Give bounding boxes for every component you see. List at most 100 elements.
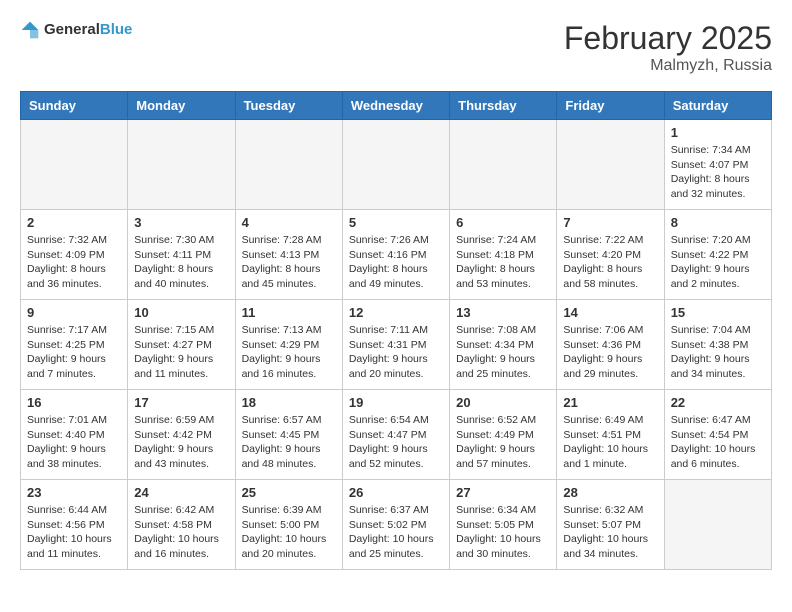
day-number: 17: [134, 395, 228, 410]
calendar-cell: 26 Sunrise: 6:37 AM Sunset: 5:02 PM Dayli…: [342, 480, 449, 570]
day-number: 14: [563, 305, 657, 320]
calendar-row: 1 Sunrise: 7:34 AM Sunset: 4:07 PM Daylig…: [21, 120, 772, 210]
calendar-cell: [450, 120, 557, 210]
day-info: Sunrise: 7:17 AM Sunset: 4:25 PM Dayligh…: [27, 323, 121, 382]
calendar-cell: [235, 120, 342, 210]
day-number: 10: [134, 305, 228, 320]
day-info: Sunrise: 6:34 AM Sunset: 5:05 PM Dayligh…: [456, 503, 550, 562]
day-number: 8: [671, 215, 765, 230]
calendar-cell: 8 Sunrise: 7:20 AM Sunset: 4:22 PM Daylig…: [664, 210, 771, 300]
day-info: Sunrise: 7:13 AM Sunset: 4:29 PM Dayligh…: [242, 323, 336, 382]
logo: GeneralBlue: [20, 20, 132, 40]
day-info: Sunrise: 6:57 AM Sunset: 4:45 PM Dayligh…: [242, 413, 336, 472]
calendar-cell: 27 Sunrise: 6:34 AM Sunset: 5:05 PM Dayli…: [450, 480, 557, 570]
calendar-cell: 7Sunrise: 7:22 AM Sunset: 4:20 PM Daylig…: [557, 210, 664, 300]
day-info: Sunrise: 6:47 AM Sunset: 4:54 PM Dayligh…: [671, 413, 765, 472]
calendar-cell: 22 Sunrise: 6:47 AM Sunset: 4:54 PM Dayli…: [664, 390, 771, 480]
calendar-cell: 19 Sunrise: 6:54 AM Sunset: 4:47 PM Dayli…: [342, 390, 449, 480]
calendar-cell: 21Sunrise: 6:49 AM Sunset: 4:51 PM Dayli…: [557, 390, 664, 480]
calendar-cell: 20 Sunrise: 6:52 AM Sunset: 4:49 PM Dayli…: [450, 390, 557, 480]
day-number: 6: [456, 215, 550, 230]
weekday-header-sunday: Sunday: [21, 92, 128, 120]
calendar-cell: 6 Sunrise: 7:24 AM Sunset: 4:18 PM Daylig…: [450, 210, 557, 300]
weekday-header-friday: Friday: [557, 92, 664, 120]
day-info: Sunrise: 7:30 AM Sunset: 4:11 PM Dayligh…: [134, 233, 228, 292]
day-info: Sunrise: 7:20 AM Sunset: 4:22 PM Dayligh…: [671, 233, 765, 292]
weekday-header-thursday: Thursday: [450, 92, 557, 120]
calendar-cell: 17 Sunrise: 6:59 AM Sunset: 4:42 PM Dayli…: [128, 390, 235, 480]
page-header: GeneralBlue February 2025 Malmyzh, Russi…: [20, 20, 772, 75]
weekday-header-row: SundayMondayTuesdayWednesdayThursdayFrid…: [21, 92, 772, 120]
calendar-cell: 13 Sunrise: 7:08 AM Sunset: 4:34 PM Dayli…: [450, 300, 557, 390]
day-info: Sunrise: 7:08 AM Sunset: 4:34 PM Dayligh…: [456, 323, 550, 382]
day-info: Sunrise: 7:26 AM Sunset: 4:16 PM Dayligh…: [349, 233, 443, 292]
day-info: Sunrise: 7:28 AM Sunset: 4:13 PM Dayligh…: [242, 233, 336, 292]
day-number: 28: [563, 485, 657, 500]
day-number: 4: [242, 215, 336, 230]
calendar-cell: 5 Sunrise: 7:26 AM Sunset: 4:16 PM Daylig…: [342, 210, 449, 300]
calendar-cell: [21, 120, 128, 210]
calendar-cell: [557, 120, 664, 210]
day-number: 13: [456, 305, 550, 320]
day-info: Sunrise: 6:52 AM Sunset: 4:49 PM Dayligh…: [456, 413, 550, 472]
day-number: 11: [242, 305, 336, 320]
day-number: 23: [27, 485, 121, 500]
day-info: Sunrise: 6:54 AM Sunset: 4:47 PM Dayligh…: [349, 413, 443, 472]
weekday-header-saturday: Saturday: [664, 92, 771, 120]
calendar-cell: 4 Sunrise: 7:28 AM Sunset: 4:13 PM Daylig…: [235, 210, 342, 300]
calendar-cell: 11 Sunrise: 7:13 AM Sunset: 4:29 PM Dayli…: [235, 300, 342, 390]
calendar-cell: 12 Sunrise: 7:11 AM Sunset: 4:31 PM Dayli…: [342, 300, 449, 390]
day-number: 2: [27, 215, 121, 230]
day-number: 25: [242, 485, 336, 500]
calendar: SundayMondayTuesdayWednesdayThursdayFrid…: [20, 91, 772, 570]
day-info: Sunrise: 7:11 AM Sunset: 4:31 PM Dayligh…: [349, 323, 443, 382]
day-info: Sunrise: 7:01 AM Sunset: 4:40 PM Dayligh…: [27, 413, 121, 472]
day-info: Sunrise: 6:59 AM Sunset: 4:42 PM Dayligh…: [134, 413, 228, 472]
calendar-cell: [342, 120, 449, 210]
day-number: 20: [456, 395, 550, 410]
month-title: February 2025: [564, 20, 772, 57]
day-number: 1: [671, 125, 765, 140]
day-number: 24: [134, 485, 228, 500]
day-info: Sunrise: 7:24 AM Sunset: 4:18 PM Dayligh…: [456, 233, 550, 292]
weekday-header-tuesday: Tuesday: [235, 92, 342, 120]
day-info: Sunrise: 6:44 AM Sunset: 4:56 PM Dayligh…: [27, 503, 121, 562]
calendar-cell: 18Sunrise: 6:57 AM Sunset: 4:45 PM Dayli…: [235, 390, 342, 480]
calendar-cell: 24 Sunrise: 6:42 AM Sunset: 4:58 PM Dayli…: [128, 480, 235, 570]
day-info: Sunrise: 6:42 AM Sunset: 4:58 PM Dayligh…: [134, 503, 228, 562]
day-number: 12: [349, 305, 443, 320]
location: Malmyzh, Russia: [564, 57, 772, 75]
day-info: Sunrise: 6:39 AM Sunset: 5:00 PM Dayligh…: [242, 503, 336, 562]
day-info: Sunrise: 7:06 AM Sunset: 4:36 PM Dayligh…: [563, 323, 657, 382]
day-info: Sunrise: 7:32 AM Sunset: 4:09 PM Dayligh…: [27, 233, 121, 292]
day-number: 26: [349, 485, 443, 500]
weekday-header-monday: Monday: [128, 92, 235, 120]
calendar-cell: 2 Sunrise: 7:32 AM Sunset: 4:09 PM Daylig…: [21, 210, 128, 300]
calendar-cell: 25 Sunrise: 6:39 AM Sunset: 5:00 PM Dayli…: [235, 480, 342, 570]
calendar-cell: 14 Sunrise: 7:06 AM Sunset: 4:36 PM Dayli…: [557, 300, 664, 390]
day-info: Sunrise: 6:37 AM Sunset: 5:02 PM Dayligh…: [349, 503, 443, 562]
day-number: 27: [456, 485, 550, 500]
calendar-cell: 16 Sunrise: 7:01 AM Sunset: 4:40 PM Dayli…: [21, 390, 128, 480]
day-number: 5: [349, 215, 443, 230]
calendar-cell: [128, 120, 235, 210]
calendar-cell: 1 Sunrise: 7:34 AM Sunset: 4:07 PM Daylig…: [664, 120, 771, 210]
logo-icon: [20, 20, 40, 40]
day-number: 19: [349, 395, 443, 410]
calendar-cell: 9Sunrise: 7:17 AM Sunset: 4:25 PM Daylig…: [21, 300, 128, 390]
calendar-cell: 3 Sunrise: 7:30 AM Sunset: 4:11 PM Daylig…: [128, 210, 235, 300]
calendar-row: 23 Sunrise: 6:44 AM Sunset: 4:56 PM Dayli…: [21, 480, 772, 570]
day-number: 16: [27, 395, 121, 410]
day-number: 3: [134, 215, 228, 230]
day-info: Sunrise: 7:04 AM Sunset: 4:38 PM Dayligh…: [671, 323, 765, 382]
day-info: Sunrise: 6:32 AM Sunset: 5:07 PM Dayligh…: [563, 503, 657, 562]
logo-blue: Blue: [100, 21, 133, 38]
day-info: Sunrise: 7:34 AM Sunset: 4:07 PM Dayligh…: [671, 143, 765, 202]
day-number: 22: [671, 395, 765, 410]
calendar-row: 16 Sunrise: 7:01 AM Sunset: 4:40 PM Dayli…: [21, 390, 772, 480]
calendar-cell: 28 Sunrise: 6:32 AM Sunset: 5:07 PM Dayli…: [557, 480, 664, 570]
day-info: Sunrise: 7:22 AM Sunset: 4:20 PM Dayligh…: [563, 233, 657, 292]
day-info: Sunrise: 6:49 AM Sunset: 4:51 PM Dayligh…: [563, 413, 657, 472]
weekday-header-wednesday: Wednesday: [342, 92, 449, 120]
calendar-cell: [664, 480, 771, 570]
